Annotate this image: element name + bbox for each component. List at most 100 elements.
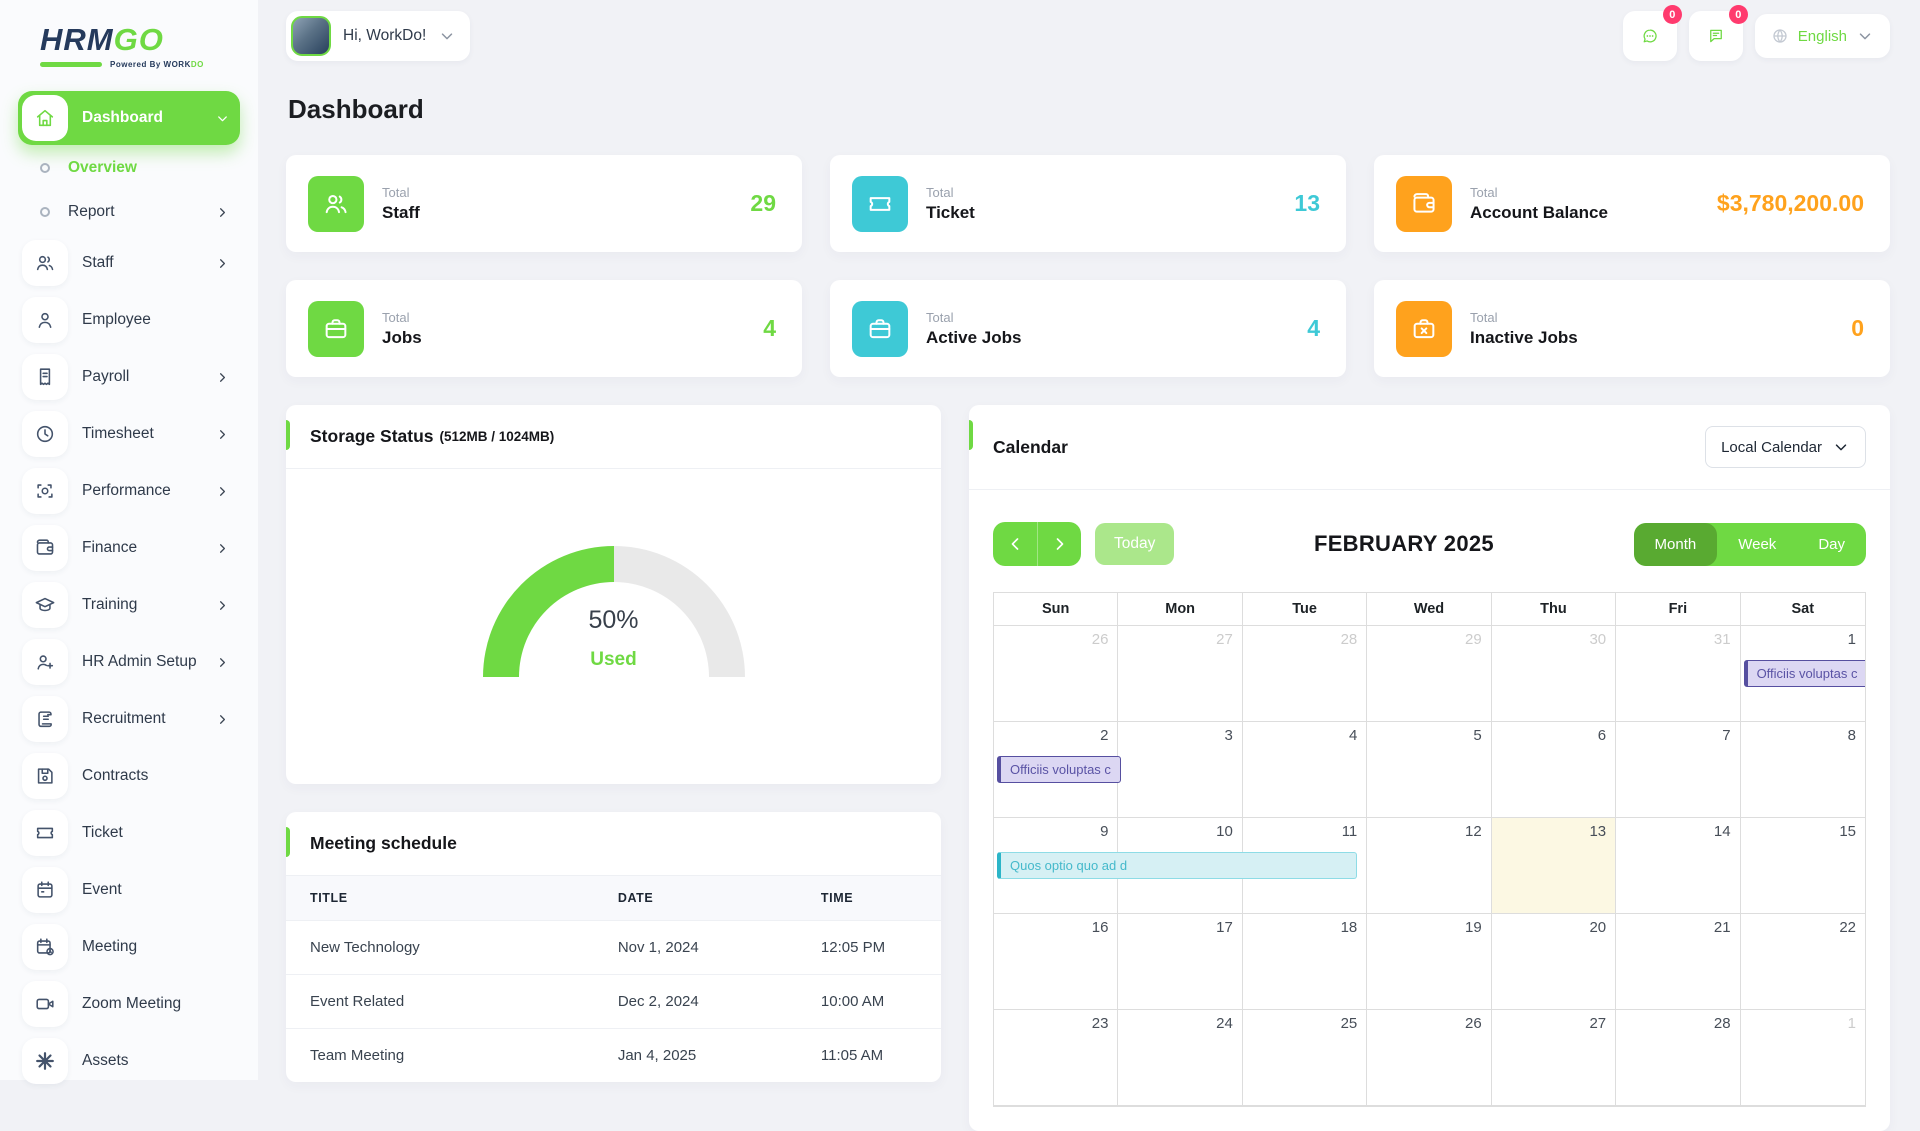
app-logo[interactable]: HRMGO Powered By WORKDO [18,14,240,73]
day-number: 17 [1216,919,1233,936]
sidebar-item-performance[interactable]: Performance [18,464,240,518]
calendar-source-select[interactable]: Local Calendar [1705,426,1866,468]
calendar-day-cell[interactable]: 12 [1367,818,1491,914]
calendar-prev-button[interactable] [993,522,1037,566]
sidebar-item-employee[interactable]: Employee [18,293,240,347]
bullet-ring-icon [40,163,50,173]
sidebar-item-staff[interactable]: Staff [18,236,240,290]
topbar: Hi, WorkDo! 0 0 English [258,0,1920,72]
day-number: 16 [1092,919,1109,936]
sidebar-item-ticket[interactable]: Ticket [18,806,240,860]
day-number: 23 [1092,1015,1109,1032]
calendar-day-cell[interactable]: 22 [1741,914,1865,1010]
sidebar-item-payroll[interactable]: Payroll [18,350,240,404]
sidebar-item-finance[interactable]: Finance [18,521,240,575]
calendar-day-cell[interactable]: 17 [1118,914,1242,1010]
calendar-day-cell[interactable]: 28 [1243,626,1367,722]
sidebar-item-label: Recruitment [82,710,166,728]
sidebar-item-report[interactable]: Report [18,192,240,232]
sidebar-item-overview[interactable]: Overview [18,148,240,188]
stat-prefix: Total [1470,185,1608,200]
calendar-day-cell[interactable]: 15 [1741,818,1865,914]
receipt-icon [22,354,68,400]
page-title: Dashboard [288,94,1890,125]
sidebar-item-meeting[interactable]: Meeting [18,920,240,974]
sidebar-item-event[interactable]: Event [18,863,240,917]
cap-icon [22,582,68,628]
day-header-thu: Thu [1492,593,1616,625]
calendar-day-cell[interactable]: 13 [1492,818,1616,914]
calendar-day-cell[interactable]: 27 [1492,1010,1616,1106]
calendar-week-row: 2627 28 29 30311Officiis voluptas c [994,626,1865,722]
user-menu[interactable]: Hi, WorkDo! [286,11,470,61]
calendar-day-cell[interactable]: 6 [1492,722,1616,818]
day-header-tue: Tue [1243,593,1367,625]
calendar-day-cell[interactable]: 4 [1243,722,1367,818]
calendar-month-label: FEBRUARY 2025 [1174,531,1633,557]
calendar-day-cell[interactable]: 8 [1741,722,1865,818]
calendar-day-cell[interactable]: 28 [1616,1010,1740,1106]
day-number: 20 [1589,919,1606,936]
calendar-day-cell[interactable]: 7 [1616,722,1740,818]
calendar-day-cell[interactable]: 25 [1243,1010,1367,1106]
calendar-event[interactable]: Officiis voluptas c [997,756,1121,783]
stat-label: Inactive Jobs [1470,328,1578,348]
day-number: 10 [1216,823,1233,840]
calendar-day-cell[interactable]: 31 [1616,626,1740,722]
sidebar-item-zoom-meeting[interactable]: Zoom Meeting [18,977,240,1031]
calendar-event[interactable]: Quos optio quo ad d [997,852,1357,879]
calendar-next-button[interactable] [1037,522,1081,566]
calendar-day-cell[interactable]: 1 [1741,1010,1865,1106]
messages-button[interactable]: 0 [1623,11,1677,61]
day-header-wed: Wed [1367,593,1491,625]
calendar-day-cell[interactable]: 14 [1616,818,1740,914]
calendar-today-button[interactable]: Today [1095,523,1174,565]
calendar-day-cell[interactable]: 19 [1367,914,1491,1010]
calendar-day-cell[interactable]: 1Officiis voluptas c [1741,626,1865,722]
calendar-view-week[interactable]: Week [1717,523,1797,566]
calendar-day-cell[interactable]: 16 [994,914,1118,1010]
calendar-day-cell[interactable]: 20 [1492,914,1616,1010]
notifications-button[interactable]: 0 [1689,11,1743,61]
user-plus-icon [22,639,68,685]
language-selector[interactable]: English [1755,14,1890,58]
calendar-day-cell[interactable]: 26 [1367,1010,1491,1106]
day-number: 25 [1341,1015,1358,1032]
sidebar-item-training[interactable]: Training [18,578,240,632]
day-number: 15 [1839,823,1856,840]
calendar-week-row: 16 17 1819 20 21 22 [994,914,1865,1010]
calendar-day-cell[interactable]: 5 [1367,722,1491,818]
powered-by-label: Powered By [110,60,161,69]
day-number: 28 [1341,631,1358,648]
day-number: 22 [1839,919,1856,936]
calendar-day-cell[interactable]: 23 [994,1010,1118,1106]
calendar-day-cell[interactable]: 18 [1243,914,1367,1010]
table-cell: Team Meeting [286,1029,594,1083]
storage-percent: 50% [483,606,745,635]
day-number: 29 [1465,631,1482,648]
day-number: 6 [1598,727,1606,744]
calendar-day-cell[interactable]: 24 [1118,1010,1242,1106]
clock-icon [22,411,68,457]
calendar-view-day[interactable]: Day [1797,523,1866,566]
calendar-day-cell[interactable]: 26 [994,626,1118,722]
sidebar-item-timesheet[interactable]: Timesheet [18,407,240,461]
calendar-day-cell[interactable]: 2Officiis voluptas c [994,722,1118,818]
calendar-event[interactable]: Officiis voluptas c [1744,660,1866,687]
calendar-day-cell[interactable]: 21 [1616,914,1740,1010]
calendar-day-cell[interactable]: 30 [1492,626,1616,722]
calendar-view-month[interactable]: Month [1634,523,1718,566]
day-number: 11 [1342,823,1358,840]
sidebar-item-dashboard[interactable]: Dashboard [18,91,240,145]
calendar-day-cell[interactable]: 27 [1118,626,1242,722]
calendar-day-cell[interactable]: 3 [1118,722,1242,818]
calendar-day-cell[interactable]: 29 [1367,626,1491,722]
day-header-fri: Fri [1616,593,1740,625]
calendar-day-cell[interactable]: 9Quos optio quo ad d [994,818,1118,914]
sidebar-item-contracts[interactable]: Contracts [18,749,240,803]
day-number: 5 [1473,727,1481,744]
sidebar-item-hr-admin-setup[interactable]: HR Admin Setup [18,635,240,689]
chevron-right-icon [215,598,230,613]
stat-prefix: Total [926,310,1021,325]
sidebar-item-recruitment[interactable]: Recruitment [18,692,240,746]
